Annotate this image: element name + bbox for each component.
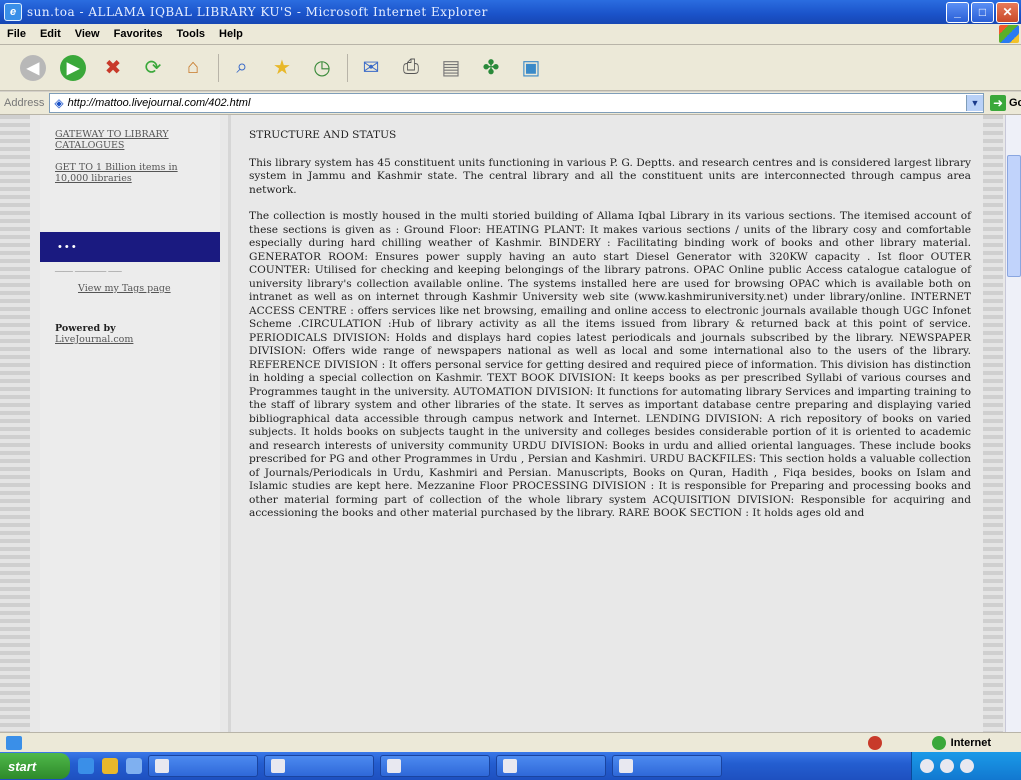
address-dropdown-icon[interactable]: ▼	[966, 95, 983, 111]
menu-favorites[interactable]: Favorites	[107, 28, 170, 40]
zone-label: Internet	[950, 737, 991, 749]
edit-icon[interactable]: ▤	[436, 53, 466, 83]
decorative-border-left	[0, 115, 30, 732]
powered-by-label: Powered by	[55, 323, 116, 334]
menu-tools[interactable]: Tools	[170, 28, 213, 40]
favorites-icon[interactable]: ★	[267, 53, 297, 83]
security-icon	[867, 736, 882, 750]
status-bar: Internet	[0, 732, 1021, 753]
taskbar-item-icon	[387, 759, 401, 773]
livejournal-link[interactable]: LiveJournal.com	[55, 334, 133, 345]
article-body: STRUCTURE AND STATUS This library system…	[249, 129, 971, 534]
discuss-icon[interactable]: ✤	[476, 53, 506, 83]
ie-icon: e	[4, 3, 22, 21]
go-button[interactable]: Go	[1009, 97, 1021, 109]
taskbar-item-icon	[503, 759, 517, 773]
taskbar-item[interactable]	[496, 755, 606, 777]
address-bar: Address ◈ http://mattoo.livejournal.com/…	[0, 92, 1021, 115]
page-icon: ◈	[54, 96, 64, 110]
stop-icon[interactable]: ✖	[98, 53, 128, 83]
quicklaunch-folder-icon[interactable]	[102, 758, 118, 774]
gateway-link[interactable]: GATEWAY TO LIBRARY CATALOGUES	[55, 129, 205, 151]
column-divider	[228, 115, 231, 732]
go-arrow-icon[interactable]: ➜	[990, 95, 1006, 111]
tray-icon[interactable]	[960, 759, 974, 773]
menu-view[interactable]: View	[68, 28, 107, 40]
address-input[interactable]: ◈ http://mattoo.livejournal.com/402.html…	[49, 93, 984, 113]
menu-bar: File Edit View Favorites Tools Help	[0, 24, 1021, 45]
close-button[interactable]: ✕	[996, 1, 1019, 23]
zone-indicator: Internet	[931, 736, 991, 750]
taskbar-item[interactable]	[264, 755, 374, 777]
taskbar-item[interactable]	[380, 755, 490, 777]
mail-icon[interactable]: ✉	[356, 53, 386, 83]
back-icon[interactable]: ◀	[18, 53, 48, 83]
quicklaunch-ie-icon[interactable]	[78, 758, 94, 774]
messenger-icon[interactable]: ▣	[516, 53, 546, 83]
tray-icon[interactable]	[940, 759, 954, 773]
billion-items-link[interactable]: GET TO 1 Billion items in 10,000 librari…	[55, 162, 205, 184]
minimize-button[interactable]: _	[946, 1, 969, 23]
scrollbar-thumb[interactable]	[1007, 155, 1021, 277]
window-title: sun.toa - ALLAMA IQBAL LIBRARY KU'S - Mi…	[27, 5, 488, 19]
taskbar-item[interactable]	[612, 755, 722, 777]
page-content: GATEWAY TO LIBRARY CATALOGUES GET TO 1 B…	[0, 115, 1021, 732]
search-icon[interactable]: ⌕	[227, 53, 257, 83]
toolbar-separator	[218, 53, 219, 82]
maximize-button[interactable]: □	[971, 1, 994, 23]
system-tray	[911, 752, 1021, 780]
menu-help[interactable]: Help	[212, 28, 250, 40]
globe-icon	[931, 736, 946, 750]
taskbar: start	[0, 752, 1021, 780]
tray-icon[interactable]	[920, 759, 934, 773]
forward-icon[interactable]: ▶	[58, 53, 88, 83]
sidebar: GATEWAY TO LIBRARY CATALOGUES GET TO 1 B…	[40, 115, 220, 732]
title-bar[interactable]: e sun.toa - ALLAMA IQBAL LIBRARY KU'S - …	[0, 0, 1021, 24]
quicklaunch-desktop-icon[interactable]	[126, 758, 142, 774]
sidebar-nav-bar: • • •	[40, 232, 220, 262]
menu-edit[interactable]: Edit	[33, 28, 68, 40]
page-status-icon	[6, 736, 22, 750]
start-button[interactable]: start	[0, 753, 70, 779]
windows-logo-icon	[999, 25, 1019, 43]
article-paragraph-1: This library system has 45 constituent u…	[249, 156, 971, 196]
taskbar-item-icon	[619, 759, 633, 773]
article-paragraph-2: The collection is mostly housed in the m…	[249, 210, 971, 519]
home-icon[interactable]: ⌂	[178, 53, 208, 83]
decorative-border-right	[983, 115, 1003, 732]
address-label: Address	[4, 97, 45, 109]
taskbar-item[interactable]	[148, 755, 258, 777]
sidebar-small-links: ____ _______ ___	[55, 263, 122, 272]
print-icon[interactable]: ⎙	[396, 53, 426, 83]
taskbar-item-icon	[155, 759, 169, 773]
address-url[interactable]: http://mattoo.livejournal.com/402.html	[68, 97, 966, 109]
refresh-icon[interactable]: ⟳	[138, 53, 168, 83]
tags-page-link[interactable]: View my Tags page	[78, 283, 171, 294]
toolbar: ◀ ▶ ✖ ⟳ ⌂ ⌕ ★ ◷ ✉ ⎙ ▤ ✤ ▣	[0, 45, 1021, 91]
taskbar-item-icon	[271, 759, 285, 773]
history-icon[interactable]: ◷	[307, 53, 337, 83]
article-heading: STRUCTURE AND STATUS	[249, 129, 397, 141]
menu-file[interactable]: File	[0, 28, 33, 40]
toolbar-separator	[347, 53, 348, 82]
